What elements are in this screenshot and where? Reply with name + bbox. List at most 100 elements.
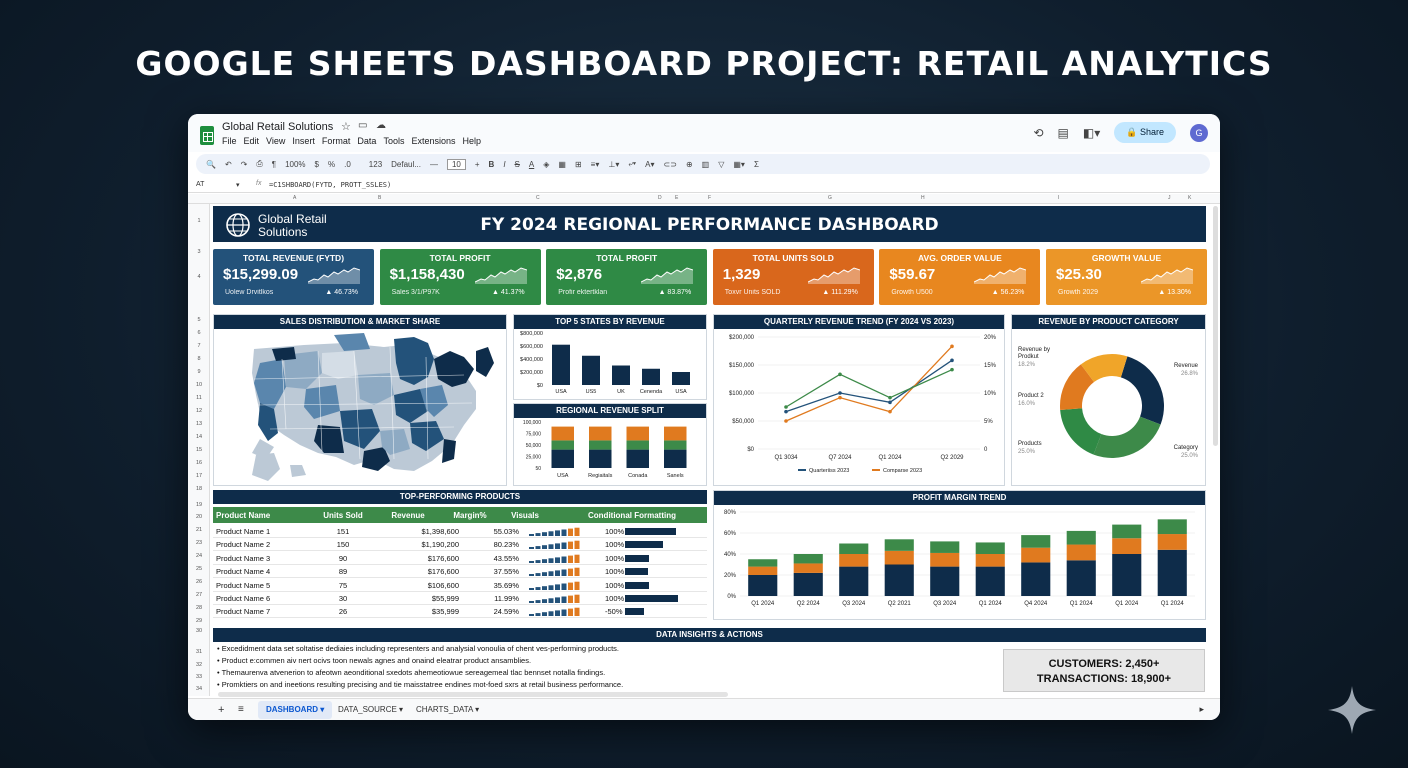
row-number[interactable]: 15	[188, 447, 210, 453]
menu-tools[interactable]: Tools	[383, 136, 404, 146]
row-number[interactable]: 1	[188, 218, 210, 224]
name-box[interactable]: AT	[196, 181, 204, 188]
italic-button[interactable]: I	[503, 160, 505, 169]
table-row[interactable]: Product Name 7 26 $35,999 24.59% -50%	[213, 605, 707, 619]
font-size-input[interactable]: 10	[446, 158, 466, 170]
all-sheets-icon[interactable]: ≡	[238, 704, 244, 715]
meet-icon[interactable]: ◧▾	[1083, 126, 1100, 140]
menu-data[interactable]: Data	[357, 136, 376, 146]
column-letter[interactable]: C	[536, 195, 540, 201]
menu-format[interactable]: Format	[322, 136, 351, 146]
column-header-cell[interactable]: Visuals	[493, 511, 557, 520]
filter-icon[interactable]: ▽	[718, 160, 724, 169]
menu-view[interactable]: View	[266, 136, 285, 146]
link-icon[interactable]: ⊂⊃	[664, 160, 677, 169]
row-number[interactable]: 16	[188, 460, 210, 466]
column-header-cell[interactable]: Margin%	[447, 511, 493, 520]
tab-data_source[interactable]: DATA_SOURCE ▾	[330, 701, 411, 719]
decrease-decimal-button[interactable]: .0	[344, 160, 351, 169]
row-number[interactable]: 29	[188, 618, 210, 624]
row-number[interactable]: 32	[188, 662, 210, 668]
row-number[interactable]: 3	[188, 249, 210, 255]
column-letter[interactable]: E	[675, 195, 678, 201]
table-row[interactable]: Product Name 5 75 $106,600 35.69% 100%	[213, 579, 707, 592]
borders-icon[interactable]: ▦	[558, 160, 566, 169]
menu-file[interactable]: File	[222, 136, 237, 146]
chart-icon[interactable]: ▥	[702, 160, 710, 169]
row-number[interactable]: 26	[188, 579, 210, 585]
table-row[interactable]: Product Name 6 30 $55,999 11.99% 100%	[213, 592, 707, 605]
row-number[interactable]: 24	[188, 553, 210, 559]
row-number[interactable]: 20	[188, 514, 210, 520]
undo-icon[interactable]: ↶	[225, 160, 232, 169]
row-number[interactable]: 9	[188, 369, 210, 375]
row-number[interactable]: 33	[188, 674, 210, 680]
menu-extensions[interactable]: Extensions	[411, 136, 455, 146]
column-letter[interactable]: J	[1168, 195, 1171, 201]
filter-views-icon[interactable]: ▦▾	[733, 160, 745, 169]
row-number[interactable]: 23	[188, 540, 210, 546]
menu-help[interactable]: Help	[462, 136, 481, 146]
row-number[interactable]: 6	[188, 330, 210, 336]
search-icon[interactable]: 🔍	[206, 160, 216, 169]
rotate-icon[interactable]: A▾	[645, 160, 654, 169]
column-letter[interactable]: D	[658, 195, 662, 201]
avatar[interactable]: G	[1190, 123, 1208, 142]
bold-button[interactable]: B	[489, 160, 495, 169]
row-number[interactable]: 10	[188, 382, 210, 388]
row-number[interactable]: 8	[188, 356, 210, 362]
menu-edit[interactable]: Edit	[244, 136, 260, 146]
add-sheet-icon[interactable]: +	[218, 704, 224, 716]
horizontal-scrollbar[interactable]	[218, 692, 728, 697]
column-header-cell[interactable]: Units Sold	[317, 511, 369, 520]
table-row[interactable]: Product Name 2 150 $1,190,200 80.23% 100%	[213, 538, 707, 552]
row-number[interactable]: 27	[188, 592, 210, 598]
sheets-logo-icon[interactable]	[200, 126, 214, 145]
strikethrough-button[interactable]: S	[515, 160, 520, 169]
share-button[interactable]: 🔒 Share	[1114, 122, 1176, 143]
percent-button[interactable]: %	[328, 160, 335, 169]
wrap-icon[interactable]: ⤶▾	[628, 159, 636, 169]
tab-dashboard[interactable]: DASHBOARD ▾	[258, 701, 333, 719]
column-letter[interactable]: I	[1058, 195, 1059, 201]
formula-input[interactable]: =C1SHBOARD(FYTD, PROTT_SSLES)	[269, 181, 391, 189]
column-letter[interactable]: F	[708, 195, 711, 201]
row-number[interactable]: 34	[188, 686, 210, 692]
history-icon[interactable]: ⟲	[1033, 126, 1043, 140]
text-color-button[interactable]: A	[529, 160, 534, 169]
currency-button[interactable]: $	[315, 160, 319, 169]
menu-insert[interactable]: Insert	[292, 136, 315, 146]
table-row[interactable]: Product Name 1 151 $1,398,600 55.03% 100%	[213, 525, 707, 538]
cloud-icon[interactable]: ☁	[376, 120, 386, 131]
explore-icon[interactable]: ▸	[1199, 704, 1204, 715]
column-letter[interactable]: K	[1188, 195, 1191, 201]
row-number[interactable]: 30	[188, 628, 210, 634]
vertical-scrollbar[interactable]	[1213, 206, 1218, 446]
row-number[interactable]: 12	[188, 408, 210, 414]
font-size-increase-icon[interactable]: +	[475, 160, 480, 169]
comment-add-icon[interactable]: ⊕	[686, 160, 693, 169]
row-number[interactable]: 18	[188, 486, 210, 492]
paint-format-icon[interactable]: ¶	[272, 160, 276, 169]
row-number[interactable]: 7	[188, 343, 210, 349]
row-number[interactable]: 17	[188, 473, 210, 479]
merge-icon[interactable]: ⊞	[575, 160, 582, 169]
row-number[interactable]: 19	[188, 502, 210, 508]
column-letter[interactable]: G	[828, 195, 832, 201]
column-header-cell[interactable]: Conditional Formatting	[557, 511, 707, 520]
row-number[interactable]: 13	[188, 421, 210, 427]
row-number[interactable]: 31	[188, 649, 210, 655]
tab-charts_data[interactable]: CHARTS_DATA ▾	[408, 701, 487, 719]
document-title[interactable]: Global Retail Solutions	[222, 121, 333, 133]
row-number[interactable]: 4	[188, 274, 210, 280]
font-select[interactable]: Defaul...	[391, 160, 421, 169]
row-number[interactable]: 25	[188, 566, 210, 572]
valign-icon[interactable]: ⊥▾	[608, 160, 619, 169]
redo-icon[interactable]: ↷	[241, 160, 248, 169]
column-header-cell[interactable]: Revenue	[369, 511, 447, 520]
comment-icon[interactable]: ▤	[1058, 126, 1069, 140]
star-icon[interactable]: ☆	[341, 120, 351, 133]
folder-icon[interactable]: ▭	[358, 120, 367, 131]
table-row[interactable]: Product Name 3 90 $176,600 43.55% 100%	[213, 552, 707, 565]
number-format-button[interactable]: 123	[369, 160, 382, 169]
